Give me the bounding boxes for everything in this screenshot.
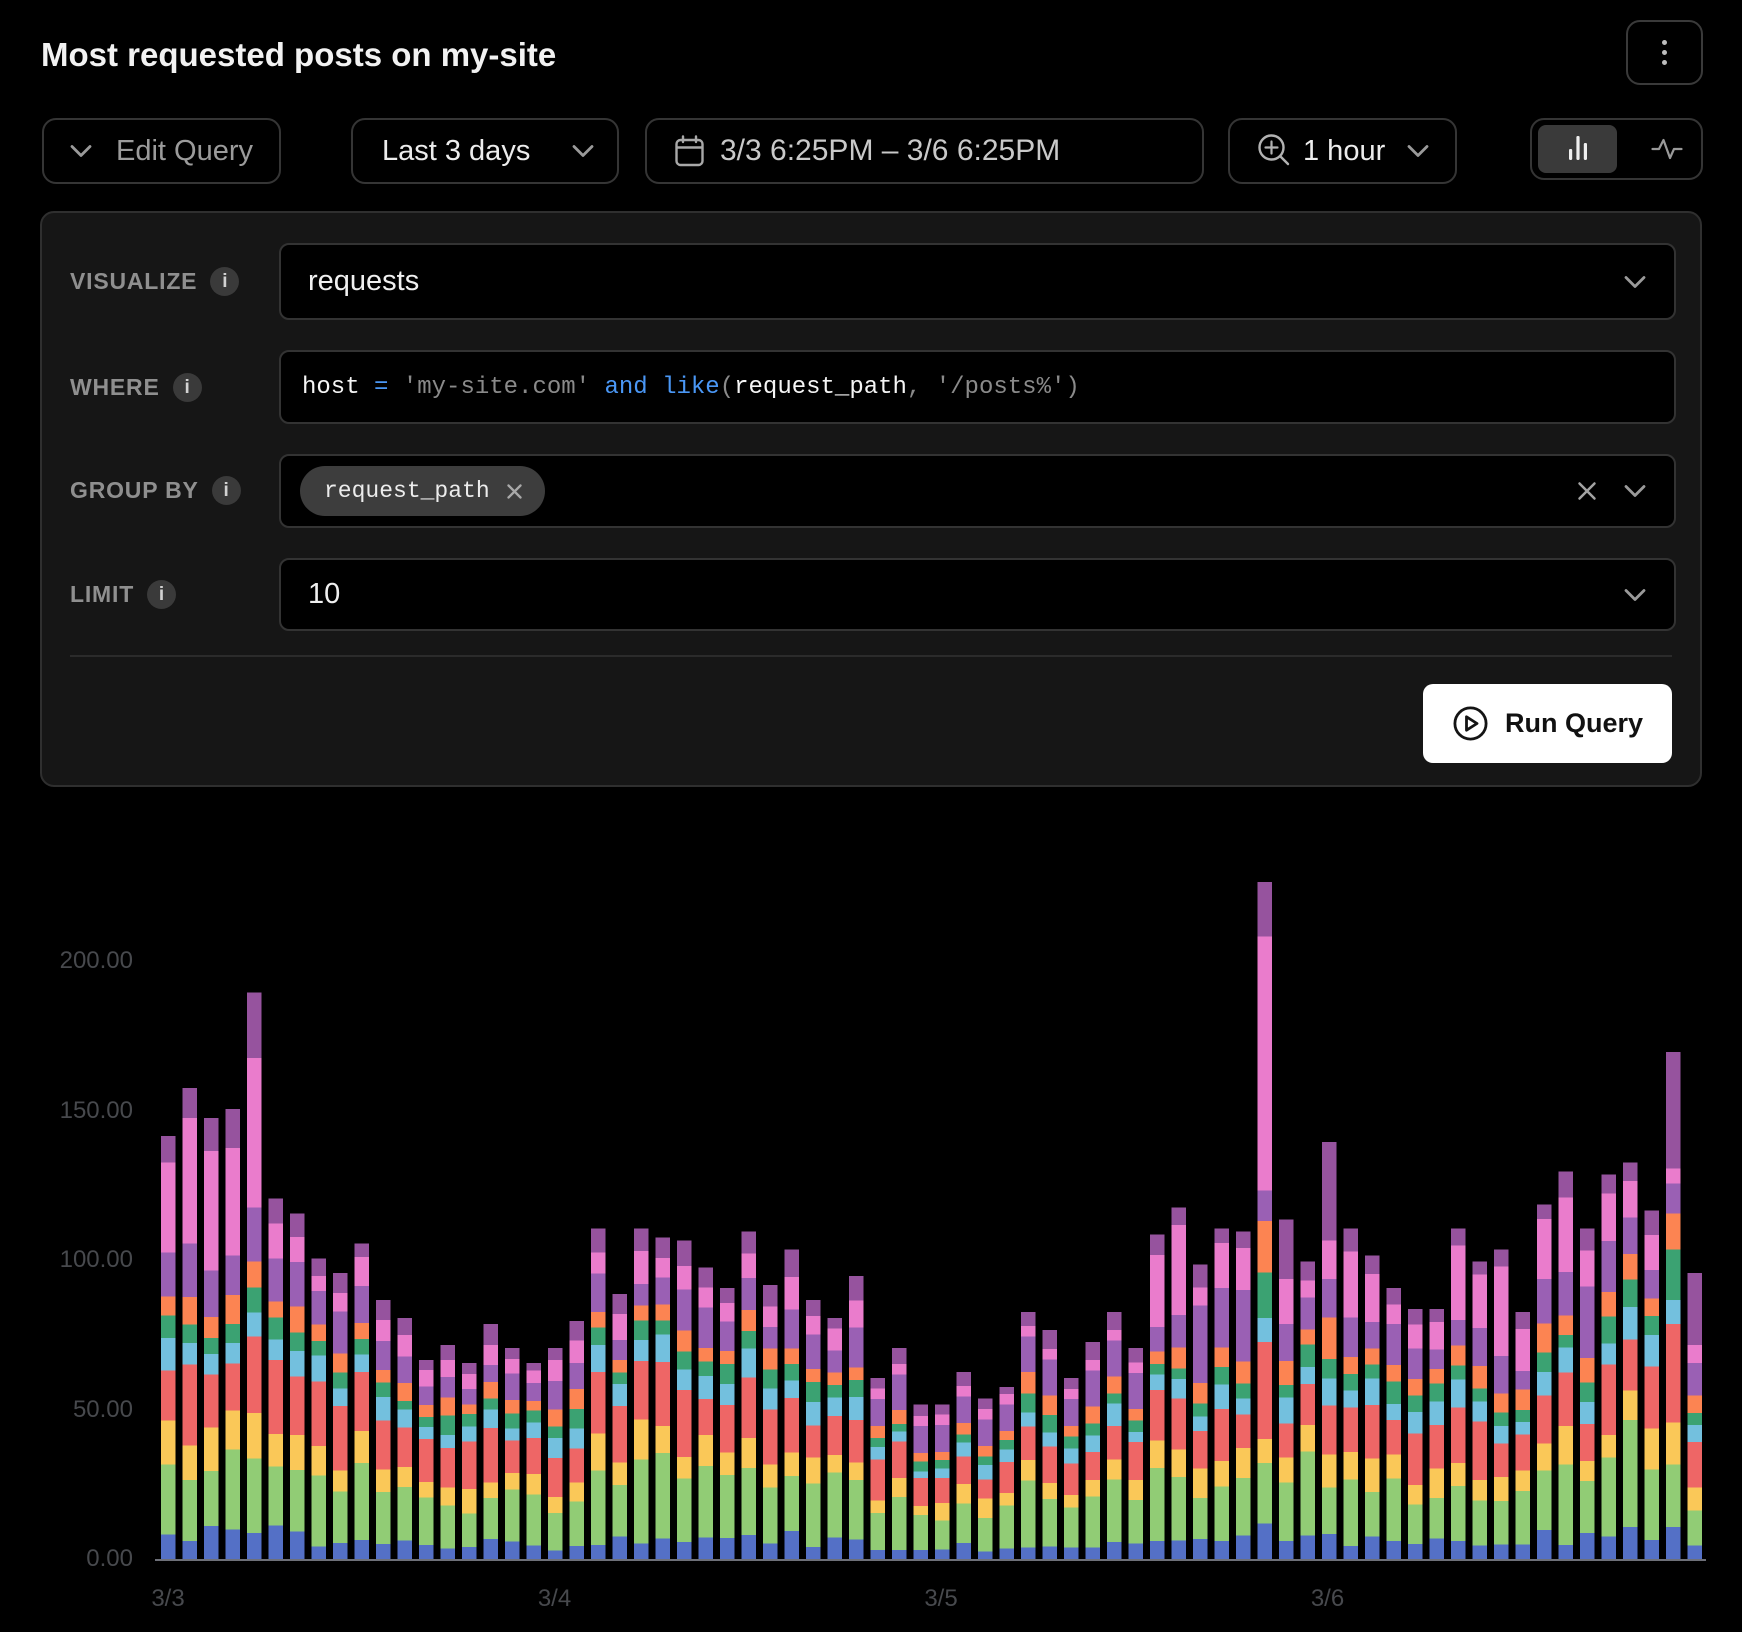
svg-text:200.00: 200.00 — [60, 947, 133, 974]
svg-text:3/5: 3/5 — [924, 1585, 957, 1612]
svg-text:3/4: 3/4 — [538, 1585, 571, 1612]
svg-text:0.00: 0.00 — [86, 1545, 133, 1572]
svg-text:3/3: 3/3 — [151, 1585, 184, 1612]
svg-text:150.00: 150.00 — [60, 1097, 133, 1124]
svg-text:100.00: 100.00 — [60, 1246, 133, 1273]
svg-text:3/6: 3/6 — [1311, 1585, 1344, 1612]
svg-text:50.00: 50.00 — [73, 1396, 133, 1423]
